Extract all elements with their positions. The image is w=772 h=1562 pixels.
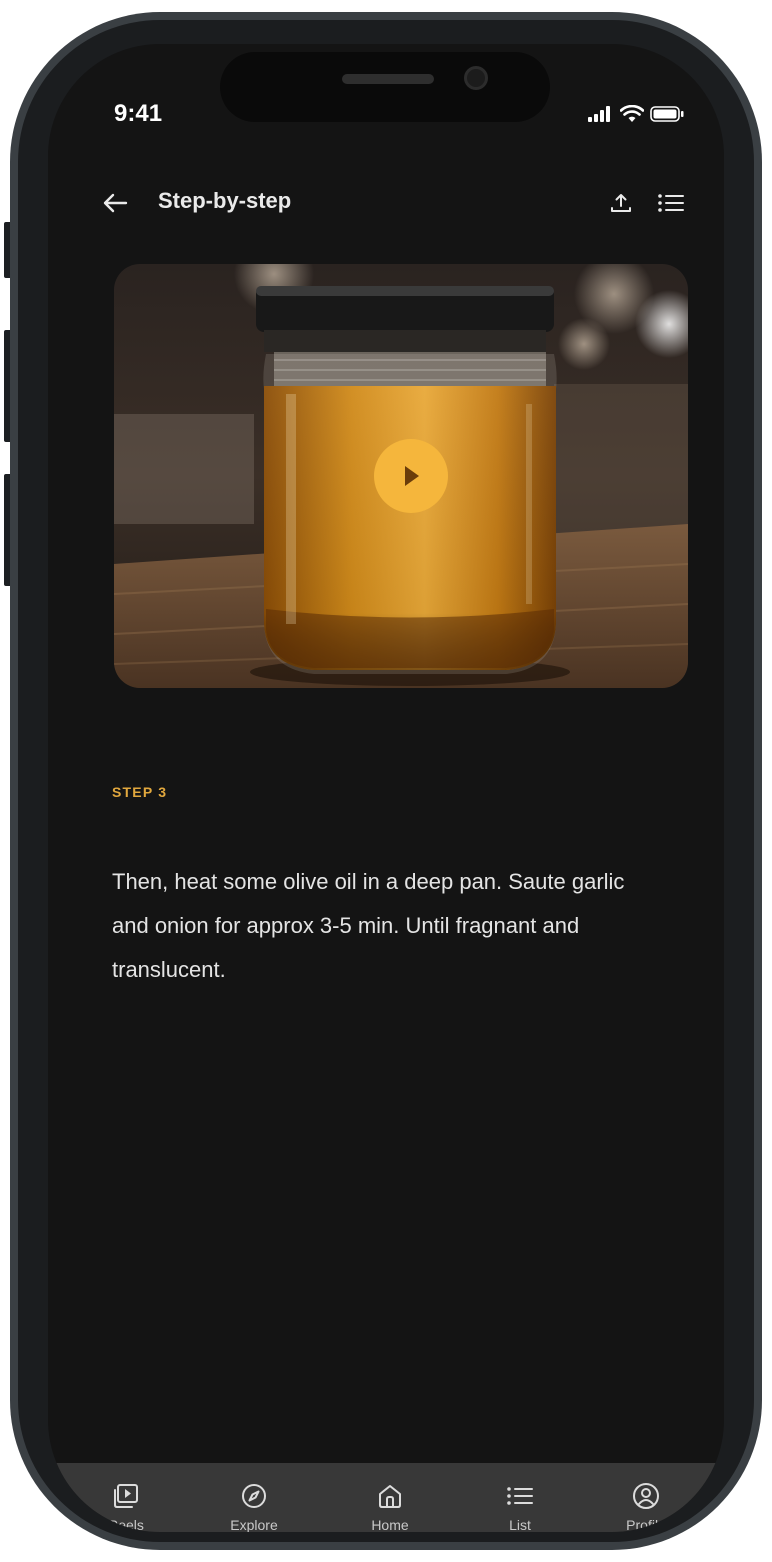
profile-icon xyxy=(633,1483,659,1509)
nav-label-list: List xyxy=(509,1517,531,1532)
step-video[interactable] xyxy=(114,264,688,688)
nav-label-profile: Profile xyxy=(626,1517,666,1532)
play-button[interactable] xyxy=(374,439,448,513)
nav-item-explore[interactable]: Explore xyxy=(204,1463,304,1532)
cellular-signal-icon xyxy=(588,106,610,122)
nav-label-reels: Reels xyxy=(108,1517,144,1532)
nav-item-profile[interactable]: Profile xyxy=(596,1463,696,1532)
nav-item-home[interactable]: Home xyxy=(340,1463,440,1532)
play-icon xyxy=(405,466,419,486)
list-icon xyxy=(658,194,684,212)
back-button[interactable] xyxy=(98,186,132,220)
dynamic-island xyxy=(220,52,550,122)
nav-item-list[interactable]: List xyxy=(470,1463,570,1532)
compass-icon xyxy=(242,1484,266,1508)
speaker xyxy=(342,74,434,84)
share-button[interactable] xyxy=(604,186,638,220)
status-icons xyxy=(588,100,684,128)
bottom-navigation: Reels Explore Home List Profile xyxy=(50,1463,724,1532)
page-title: Step-by-step xyxy=(158,188,292,213)
screen: 9:41 Step-by-step STEP 3 Then, heat some… xyxy=(48,44,724,1532)
nav-item-reels[interactable]: Reels xyxy=(76,1463,176,1532)
arrow-left-icon xyxy=(103,193,128,213)
home-icon xyxy=(379,1485,401,1508)
front-camera xyxy=(464,66,488,90)
wifi-icon xyxy=(620,105,644,122)
reels-icon xyxy=(114,1484,138,1508)
share-icon xyxy=(611,194,631,212)
nav-label-home: Home xyxy=(371,1517,409,1532)
list-icon xyxy=(507,1487,533,1505)
header: Step-by-step xyxy=(48,172,724,236)
battery-icon xyxy=(650,106,684,122)
status-time: 9:41 xyxy=(114,100,163,127)
step-instructions: Then, heat some olive oil in a deep pan.… xyxy=(112,869,625,982)
steps-list-button[interactable] xyxy=(654,186,688,220)
step-number-label: STEP 3 xyxy=(112,784,168,800)
phone-frame: 9:41 Step-by-step STEP 3 Then, heat some… xyxy=(10,12,762,1550)
nav-label-explore: Explore xyxy=(230,1517,278,1532)
phone-bezel: 9:41 Step-by-step STEP 3 Then, heat some… xyxy=(18,20,754,1542)
